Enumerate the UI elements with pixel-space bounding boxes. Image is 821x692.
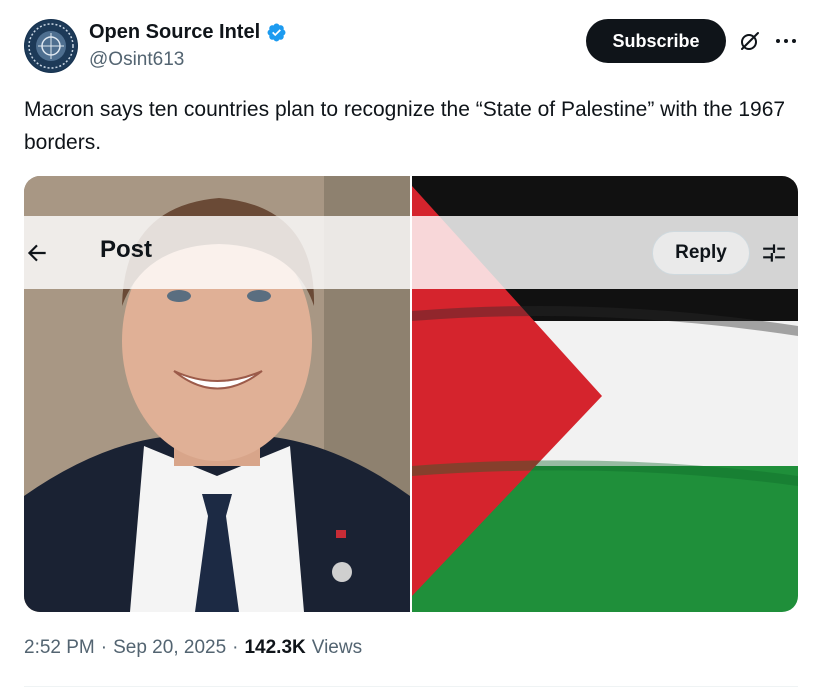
more-dot [792,39,796,43]
tweet-text: Macron says ten countries plan to recogn… [24,98,786,154]
sliders-icon[interactable] [761,240,787,266]
post-overlay-header: Post Reply [24,216,798,289]
reply-button[interactable]: Reply [652,231,750,275]
views-label: Views [311,637,363,658]
divider [24,686,798,687]
more-dot [776,39,780,43]
tweet-time[interactable]: 2:52 PM [24,637,95,659]
meta-separator: · [100,637,108,658]
tweet-meta: 2:52 PM · Sep 20, 2025 · 142.3K Views [24,637,362,659]
arrow-left-icon[interactable] [24,240,50,266]
author-display-name[interactable]: Open Source Intel [89,21,260,44]
views-count: 142.3K [244,637,306,658]
more-dot [784,39,788,43]
meta-separator: · [232,637,239,658]
subscribe-button[interactable]: Subscribe [586,19,726,63]
author-name-row[interactable]: Open Source Intel [89,21,287,44]
verified-badge-icon [267,23,286,42]
more-horizontal-icon[interactable] [774,29,798,53]
post-header-title: Post [100,236,153,263]
grok-slash-circle-icon[interactable] [738,29,762,53]
author-handle[interactable]: @Osint613 [89,49,184,71]
tweet-date[interactable]: Sep 20, 2025 [113,637,226,659]
avatar[interactable] [24,19,78,73]
